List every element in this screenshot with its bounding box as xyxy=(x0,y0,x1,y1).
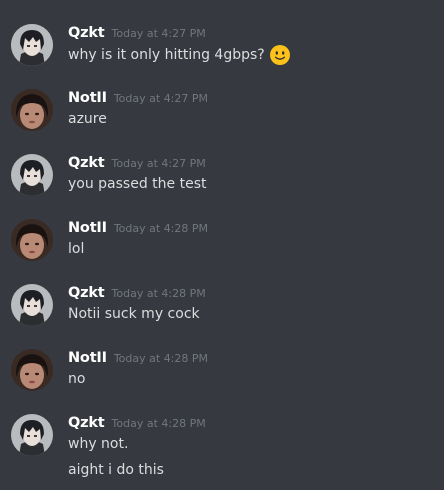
message-content: lol xyxy=(68,241,84,257)
message-group: NotII Today at 4:28 PM no xyxy=(0,347,444,397)
message-text: azure xyxy=(68,111,107,127)
username[interactable]: NotII xyxy=(68,350,107,366)
username[interactable]: Qzkt xyxy=(68,285,105,301)
message-text: why not. xyxy=(68,436,129,452)
message-header: Qzkt Today at 4:27 PM xyxy=(68,22,206,41)
message-text: why is it only hitting 4gbps? xyxy=(68,47,265,63)
anime-avatar-icon[interactable] xyxy=(11,284,53,326)
message-text: you passed the test xyxy=(68,176,207,192)
message-header: NotII Today at 4:28 PM xyxy=(68,347,208,366)
message-text: no xyxy=(68,371,86,387)
message-content: why is it only hitting 4gbps? xyxy=(68,44,291,66)
message-group: NotII Today at 4:28 PM lol xyxy=(0,217,444,267)
message-content: no xyxy=(68,371,85,387)
message-header: Qzkt Today at 4:28 PM xyxy=(68,282,206,301)
timestamp: Today at 4:28 PM xyxy=(111,287,206,300)
message-group: Qzkt Today at 4:27 PM why is it only hitt… xyxy=(0,22,444,72)
username[interactable]: NotII xyxy=(68,220,107,236)
message-header: NotII Today at 4:28 PM xyxy=(68,217,208,236)
message-text: aight i do this xyxy=(68,462,164,478)
message-text: Notii suck my cock xyxy=(68,306,200,322)
username[interactable]: NotII xyxy=(68,90,107,106)
timestamp: Today at 4:27 PM xyxy=(111,27,206,40)
username[interactable]: Qzkt xyxy=(68,415,105,431)
timestamp: Today at 4:28 PM xyxy=(111,417,206,430)
username[interactable]: Qzkt xyxy=(68,25,105,41)
timestamp: Today at 4:28 PM xyxy=(113,352,209,365)
photo-avatar-icon[interactable] xyxy=(11,349,53,391)
message-group: Qzkt Today at 4:27 PM you passed the test xyxy=(0,152,444,202)
message-content: Notii suck my cock xyxy=(68,306,200,322)
anime-avatar-icon[interactable] xyxy=(11,414,53,456)
anime-avatar-icon[interactable] xyxy=(11,154,53,196)
message-header: Qzkt Today at 4:28 PM xyxy=(68,412,206,431)
message-text: lol xyxy=(68,241,85,257)
message-content: azure xyxy=(68,111,107,127)
timestamp: Today at 4:27 PM xyxy=(113,92,209,105)
message-content: aight i do this xyxy=(68,462,164,478)
message-group: Qzkt Today at 4:28 PM why not. aight i do… xyxy=(0,412,444,486)
chat-messages: Qzkt Today at 4:27 PM why is it only hitt… xyxy=(0,0,444,490)
timestamp: Today at 4:28 PM xyxy=(113,222,209,235)
message-header: Qzkt Today at 4:27 PM xyxy=(68,152,206,171)
message-group: Qzkt Today at 4:28 PM Notii suck my cock xyxy=(0,282,444,332)
anime-avatar-icon[interactable] xyxy=(11,24,53,66)
message-content: you passed the test xyxy=(68,176,207,192)
message-header: NotII Today at 4:27 PM xyxy=(68,87,208,106)
timestamp: Today at 4:27 PM xyxy=(111,157,206,170)
photo-avatar-icon[interactable] xyxy=(11,219,53,261)
message-group: NotII Today at 4:27 PM azure xyxy=(0,87,444,137)
slightly-smiling-face-icon xyxy=(269,44,291,66)
username[interactable]: Qzkt xyxy=(68,155,105,171)
photo-avatar-icon[interactable] xyxy=(11,89,53,131)
message-content: why not. xyxy=(68,436,128,452)
